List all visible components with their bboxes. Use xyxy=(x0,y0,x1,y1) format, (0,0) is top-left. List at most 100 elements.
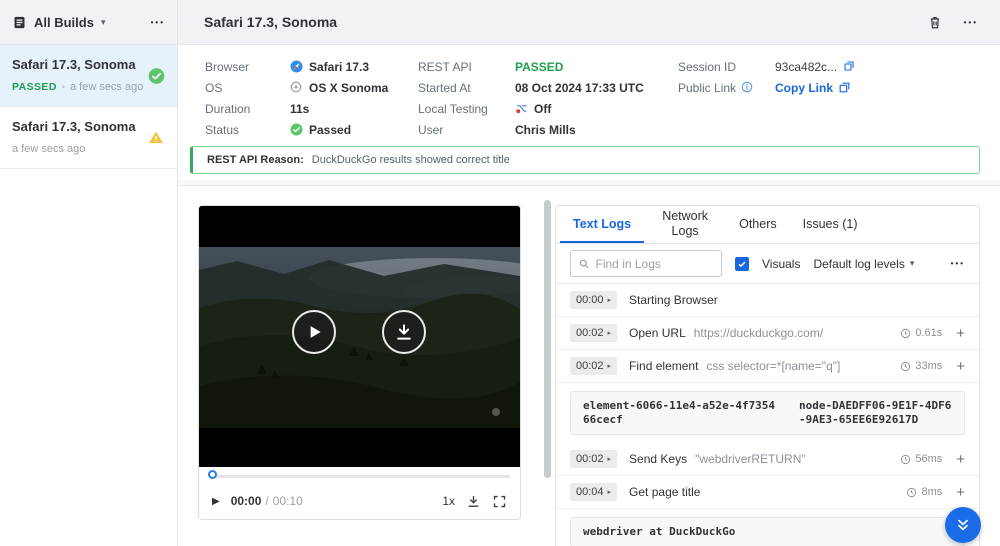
visuals-label: Visuals xyxy=(762,257,800,271)
meta-label: Local Testing xyxy=(418,102,515,116)
log-levels-dropdown[interactable]: Default log levels ▾ xyxy=(813,257,914,271)
log-detail: css selector=*[name="q"] xyxy=(706,359,840,373)
scroll-to-bottom-button[interactable] xyxy=(945,507,981,543)
download-video-button[interactable] xyxy=(466,494,481,509)
copy-link-button[interactable]: Copy Link xyxy=(775,81,851,95)
clock-icon xyxy=(900,454,911,465)
expand-caret-icon: ▸ xyxy=(608,489,612,496)
log-timestamp-chip[interactable]: 00:00 ▸ xyxy=(570,291,617,309)
os-apple-icon xyxy=(290,81,303,94)
video-frame-image xyxy=(199,206,520,467)
session-overflow-menu[interactable]: ••• xyxy=(964,18,978,27)
total-time: 00:10 xyxy=(273,494,303,508)
build-list-item-1[interactable]: Safari 17.3, Sonoma PASSED • a few secs … xyxy=(0,45,177,107)
meta-status-row: Status Passed xyxy=(205,119,388,140)
expand-caret-icon: ▸ xyxy=(608,330,612,337)
status-check-icon xyxy=(290,123,303,136)
session-title: Safari 17.3, Sonoma xyxy=(204,14,337,30)
current-time: 00:00 xyxy=(231,494,262,508)
search-input[interactable] xyxy=(596,257,713,271)
play-button[interactable]: ▶ xyxy=(212,496,220,507)
session-id-value: 93ca482c... xyxy=(775,60,837,74)
copy-link-icon xyxy=(838,81,851,94)
tab-issues[interactable]: Issues (1) xyxy=(790,206,871,243)
content-scrollbar[interactable] xyxy=(544,200,551,478)
sidebar-overflow-menu[interactable]: ••• xyxy=(151,18,165,27)
log-levels-label: Default log levels xyxy=(813,257,904,271)
log-result-block: element-6066-11e4-a52e-4f735466cecf node… xyxy=(570,391,965,435)
meta-label: Started At xyxy=(418,81,515,95)
chevron-down-icon: ▾ xyxy=(910,259,915,268)
log-duration: 0.61s xyxy=(900,327,942,339)
expand-row-button[interactable]: + xyxy=(956,326,965,341)
meta-startedat-value: 08 Oct 2024 17:33 UTC xyxy=(515,81,644,95)
meta-label: Status xyxy=(205,123,290,137)
log-detail: https://duckduckgo.com/ xyxy=(694,326,823,340)
copy-session-id-icon[interactable] xyxy=(843,60,856,73)
meta-label: OS xyxy=(205,81,290,95)
video-play-button[interactable] xyxy=(292,310,336,354)
video-viewport[interactable] xyxy=(199,206,520,467)
logs-tabs: Text Logs Network Logs Others Issues (1) xyxy=(556,206,979,244)
log-action: Find element xyxy=(629,359,698,373)
log-time: 00:02 xyxy=(576,327,604,339)
session-header: Safari 17.3, Sonoma ••• xyxy=(178,0,1000,45)
progress-handle[interactable] xyxy=(208,470,217,479)
video-progress-bar[interactable] xyxy=(199,467,520,484)
meta-restapi-row: REST API PASSED xyxy=(418,56,644,77)
delete-session-button[interactable] xyxy=(928,15,942,30)
clock-icon xyxy=(900,328,911,339)
expand-caret-icon: ▸ xyxy=(608,456,612,463)
logs-panel: Text Logs Network Logs Others Issues (1)… xyxy=(555,205,980,546)
app: All Builds ▾ ••• Safari 17.3, Sonoma PAS… xyxy=(0,0,1000,546)
log-timestamp-chip[interactable]: 00:02 ▸ xyxy=(570,324,617,342)
build-name: Safari 17.3, Sonoma xyxy=(12,57,165,72)
builds-filter-label[interactable]: All Builds xyxy=(34,15,94,30)
expand-caret-icon: ▸ xyxy=(608,363,612,370)
fullscreen-button[interactable] xyxy=(492,494,507,509)
builds-sidebar: All Builds ▾ ••• Safari 17.3, Sonoma PAS… xyxy=(0,0,178,546)
time-separator: / xyxy=(265,494,268,508)
log-search-box[interactable] xyxy=(570,250,722,277)
video-player-card: ▶ 00:00 / 00:10 1x xyxy=(198,205,521,520)
log-time: 00:02 xyxy=(576,453,604,465)
meta-label: User xyxy=(418,123,515,137)
progress-track[interactable] xyxy=(209,475,510,478)
meta-status-value: Passed xyxy=(309,123,351,137)
log-timestamp-chip[interactable]: 00:02 ▸ xyxy=(570,357,617,375)
expand-row-button[interactable]: + xyxy=(956,452,965,467)
logs-toolbar: Visuals Default log levels ▾ ••• xyxy=(556,244,979,284)
log-row-send-keys: 00:02 ▸ Send Keys "webdriverRETURN" 56ms… xyxy=(556,443,979,476)
copy-link-label: Copy Link xyxy=(775,81,833,95)
expand-caret-icon: ▸ xyxy=(608,297,612,304)
video-download-button[interactable] xyxy=(382,310,426,354)
tab-text-logs[interactable]: Text Logs xyxy=(560,206,644,243)
log-duration: 33ms xyxy=(900,360,942,372)
logs-overflow-menu[interactable]: ••• xyxy=(951,259,965,268)
log-time: 00:04 xyxy=(576,486,604,498)
tab-others[interactable]: Others xyxy=(726,206,790,243)
meta-column-3: Session ID 93ca482c... Public Link Copy … xyxy=(678,56,856,98)
expand-row-button[interactable]: + xyxy=(956,485,965,500)
expand-row-button[interactable]: + xyxy=(956,359,965,374)
double-chevron-down-icon xyxy=(955,517,971,533)
log-row-starting-browser: 00:00 ▸ Starting Browser xyxy=(556,284,979,317)
playback-speed-button[interactable]: 1x xyxy=(442,494,455,508)
meta-os-value: OS X Sonoma xyxy=(309,81,388,95)
search-icon xyxy=(579,258,590,270)
meta-label: Duration xyxy=(205,102,290,116)
chevron-down-icon[interactable]: ▾ xyxy=(101,18,106,27)
log-timestamp-chip[interactable]: 00:04 ▸ xyxy=(570,483,617,501)
visuals-checkbox[interactable] xyxy=(735,257,749,271)
build-time: a few secs ago xyxy=(70,81,143,93)
log-timestamp-chip[interactable]: 00:02 ▸ xyxy=(570,450,617,468)
log-row-open-url: 00:02 ▸ Open URL https://duckduckgo.com/… xyxy=(556,317,979,350)
meta-label: Public Link xyxy=(678,81,736,95)
banner-label: REST API Reason: xyxy=(207,154,304,166)
build-list-item-2[interactable]: Safari 17.3, Sonoma a few secs ago xyxy=(0,107,177,169)
banner-text: DuckDuckGo results showed correct title xyxy=(312,154,510,166)
meta-column-1: Browser Safari 17.3 OS OS X Sonoma xyxy=(205,56,388,140)
info-icon[interactable] xyxy=(741,81,754,94)
meta-public-link-row: Public Link Copy Link xyxy=(678,77,856,98)
tab-network-logs[interactable]: Network Logs xyxy=(644,206,726,243)
